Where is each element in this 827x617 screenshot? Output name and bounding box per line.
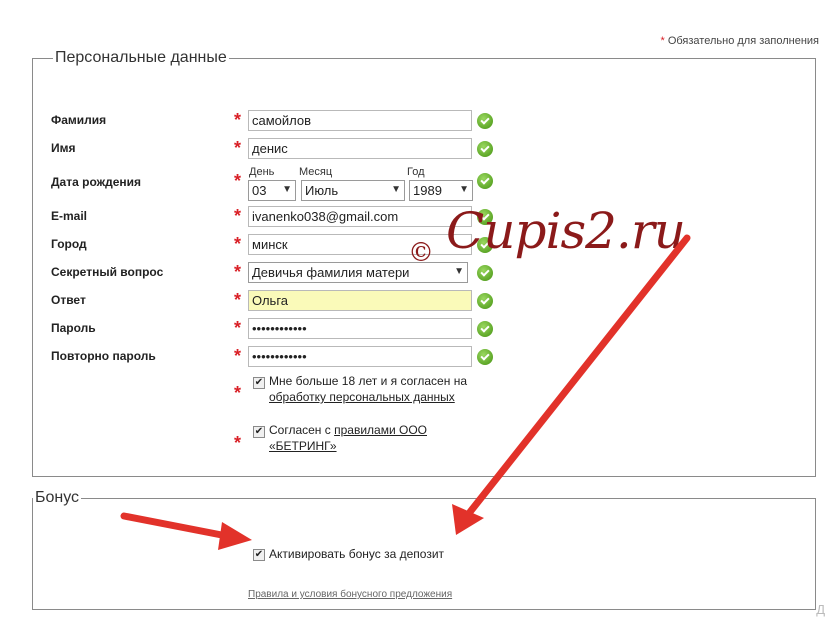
required-star: * xyxy=(660,35,665,47)
checkmark-circle-icon xyxy=(477,209,493,225)
day-label: День xyxy=(249,166,275,178)
agree-rules-text: Согласен с правилами ООО «БЕТРИНГ» xyxy=(269,422,479,454)
secret-question-value: Девичья фамилия матери xyxy=(252,265,410,280)
required-note-text: Обязательно для заполнения xyxy=(667,35,819,47)
checkmark-circle-icon xyxy=(477,113,493,129)
checkmark-circle-icon xyxy=(477,237,493,253)
year-value: 1989 xyxy=(413,183,442,198)
bonus-terms-link[interactable]: Правила и условия бонусного предложения xyxy=(248,589,452,600)
answer-input[interactable]: Ольга xyxy=(248,290,472,311)
birthdate-row: Дата рождения * День Месяц Год 03 ▼ Июль… xyxy=(33,163,817,203)
year-select[interactable]: 1989 ▼ xyxy=(409,180,473,201)
birthdate-label: Дата рождения xyxy=(51,175,142,189)
agree-age-row: * ✔ Мне больше 18 лет и я согласен на об… xyxy=(33,371,817,411)
agree-rules-label: Согласен с xyxy=(269,423,331,437)
required-star: * xyxy=(234,290,242,310)
month-value: Июль xyxy=(305,183,339,198)
rules-link-part1[interactable]: правилами ООО xyxy=(334,423,427,437)
rules-link-part2[interactable]: «БЕТРИНГ» xyxy=(269,439,337,453)
bonus-checkbox[interactable]: ✔ xyxy=(253,549,265,561)
day-value: 03 xyxy=(252,183,267,198)
required-star: * xyxy=(234,138,242,158)
year-label: Год xyxy=(407,166,425,178)
lastname-row: Фамилия * самойлов xyxy=(33,109,817,133)
personal-data-legend: Персональные данные xyxy=(55,49,227,66)
required-star: * xyxy=(234,262,242,282)
answer-row: Ответ * Ольга xyxy=(33,289,817,313)
secret-question-select[interactable]: Девичья фамилия матери ▼ xyxy=(248,262,468,283)
answer-label: Ответ xyxy=(51,293,86,307)
agree-age-label: Мне больше 18 лет и я согласен на xyxy=(269,374,467,388)
personal-data-link[interactable]: обработку персональных данных xyxy=(269,390,455,404)
secret-question-label: Секретный вопрос xyxy=(51,265,164,279)
personal-data-section: Персональные данные Фамилия * самойлов И… xyxy=(32,49,816,477)
agree-age-text: Мне больше 18 лет и я согласен на обрабо… xyxy=(269,373,479,405)
bonus-activate-label: Активировать бонус за депозит xyxy=(269,547,445,561)
lastname-input[interactable]: самойлов xyxy=(248,110,472,131)
month-select[interactable]: Июль ▼ xyxy=(301,180,405,201)
agree-rules-checkbox[interactable]: ✔ xyxy=(253,426,265,438)
password-repeat-input[interactable]: •••••••••••• xyxy=(248,346,472,367)
required-star: * xyxy=(234,346,242,366)
required-star: * xyxy=(234,110,242,130)
checkmark-circle-icon xyxy=(477,349,493,365)
required-star: * xyxy=(234,206,242,226)
required-star: * xyxy=(234,383,242,403)
day-select[interactable]: 03 ▼ xyxy=(248,180,296,201)
bonus-legend: Бонус xyxy=(35,489,80,506)
dropdown-arrow-icon: ▼ xyxy=(459,184,469,195)
email-input[interactable]: ivanenko038@gmail.com xyxy=(248,206,472,227)
checkmark-circle-icon xyxy=(477,265,493,281)
dropdown-arrow-icon: ▼ xyxy=(454,266,464,277)
checkmark-circle-icon xyxy=(477,293,493,309)
lastname-label: Фамилия xyxy=(51,113,107,127)
required-star: * xyxy=(234,318,242,338)
password-label: Пароль xyxy=(51,321,96,335)
checkmark-circle-icon xyxy=(477,141,493,157)
password-input[interactable]: •••••••••••• xyxy=(248,318,472,339)
city-label: Город xyxy=(51,237,87,251)
email-label: E-mail xyxy=(51,209,88,223)
required-note: * Обязательно для заполнения xyxy=(660,35,819,47)
checkmark-circle-icon xyxy=(477,321,493,337)
city-input[interactable]: минск xyxy=(248,234,472,255)
password-repeat-label: Повторно пароль xyxy=(51,349,156,363)
firstname-row: Имя * денис xyxy=(33,137,817,161)
dropdown-arrow-icon: ▼ xyxy=(282,184,292,195)
firstname-label: Имя xyxy=(51,141,76,155)
agree-rules-row: * ✔ Согласен с правилами ООО «БЕТРИНГ» xyxy=(33,421,817,461)
required-star: * xyxy=(234,433,242,453)
agree-age-checkbox[interactable]: ✔ xyxy=(253,377,265,389)
checkmark-circle-icon xyxy=(477,173,493,189)
corner-glyph: Д xyxy=(816,602,825,617)
firstname-input[interactable]: денис xyxy=(248,138,472,159)
bonus-section: Бонус ✔ Активировать бонус за депозит Пр… xyxy=(32,489,816,610)
month-label: Месяц xyxy=(299,166,333,178)
dropdown-arrow-icon: ▼ xyxy=(391,184,401,195)
password-repeat-row: Повторно пароль * •••••••••••• xyxy=(33,345,817,369)
required-star: * xyxy=(234,171,242,191)
email-row: E-mail * ivanenko038@gmail.com xyxy=(33,205,817,229)
required-star: * xyxy=(234,234,242,254)
secret-question-row: Секретный вопрос * Девичья фамилия матер… xyxy=(33,261,817,285)
city-row: Город * минск xyxy=(33,233,817,257)
password-row: Пароль * •••••••••••• xyxy=(33,317,817,341)
